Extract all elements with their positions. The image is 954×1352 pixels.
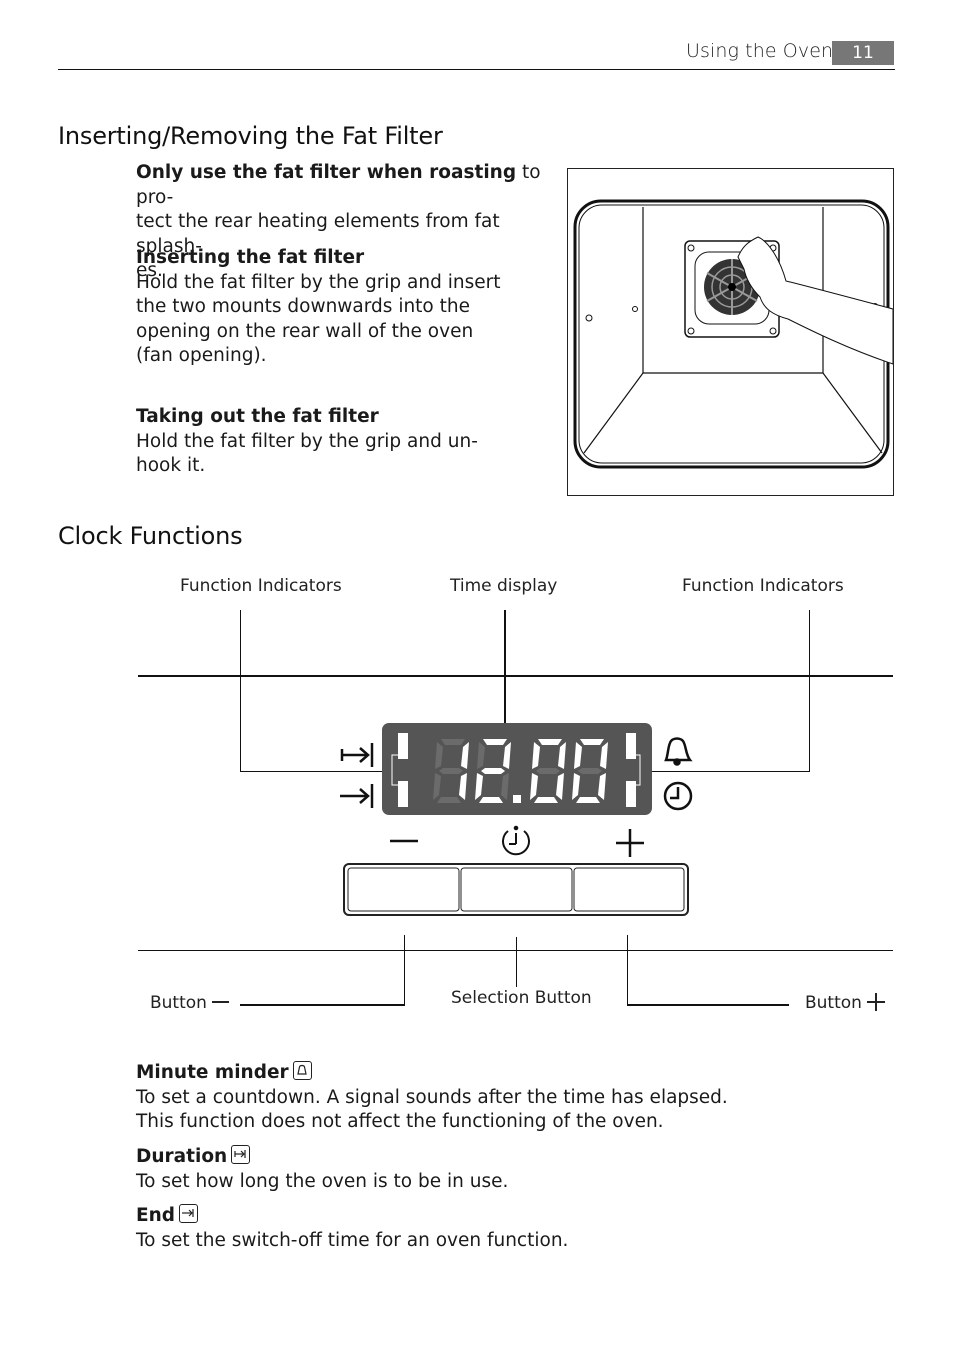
button-plus-text: Button [805, 993, 862, 1013]
clock-functions-heading: Clock Functions [58, 522, 243, 550]
label-button-plus: Button [805, 993, 886, 1013]
page-number: 11 [832, 41, 894, 65]
label-button-minus: Button [150, 993, 230, 1013]
segment-g-digit-2 [536, 768, 560, 774]
button-minus-text: Button [150, 993, 207, 1013]
leader-minus-horizontal [240, 1004, 405, 1006]
leader-left-vertical [240, 610, 241, 772]
segment-g-digit-3 [578, 768, 602, 774]
function-desc: To set how long the oven is to be in use… [136, 1170, 509, 1192]
taking-out-line: hook it. [136, 455, 206, 476]
leader-plus-horizontal [627, 1004, 789, 1006]
oven-illustration [567, 168, 894, 496]
fat-filter-heading: Inserting/Removing the Fat Filter [58, 122, 443, 150]
leader-time-display [504, 610, 506, 732]
taking-out-line: Hold the fat filter by the grip and un- [136, 430, 478, 452]
segment-d-digit-3 [576, 797, 600, 803]
leader-selection [516, 937, 517, 987]
inserting-heading: Inserting the fat filter [136, 247, 365, 268]
bell-icon [664, 737, 693, 766]
segment-d-digit-0 [437, 797, 461, 803]
function-desc: This function does not affect the functi… [136, 1111, 664, 1132]
function-name: End [136, 1205, 176, 1226]
panel-top-edge [138, 675, 893, 677]
control-panel [340, 723, 693, 916]
segment-a-digit-3 [580, 739, 604, 745]
function-minute-minder: Minute minder To set a countdown. A sign… [136, 1061, 728, 1135]
inserting-line: (fan opening). [136, 345, 267, 366]
selection-button [460, 867, 573, 912]
plus-button [573, 867, 685, 912]
taking-out-block: Taking out the fat filter Hold the fat f… [136, 405, 478, 479]
selection-icon [502, 825, 530, 856]
segment-d-digit-2 [534, 797, 558, 803]
function-desc: To set a countdown. A signal sounds afte… [136, 1086, 728, 1108]
plus-glyph-icon [867, 993, 886, 1011]
taking-out-heading: Taking out the fat filter [136, 406, 379, 427]
minus-button [347, 867, 460, 912]
leader-minus-vertical [404, 935, 405, 1006]
label-time-display: Time display [450, 576, 558, 596]
segment-g-digit-0 [439, 768, 463, 774]
leader-right-vertical [809, 610, 810, 772]
segment-d-digit-1 [479, 797, 503, 803]
function-end: End To set the switch-off time for an ov… [136, 1204, 568, 1253]
inserting-block: Inserting the fat filter Hold the fat fi… [136, 246, 501, 369]
duration-icon [231, 1145, 251, 1164]
inserting-line: opening on the rear wall of the oven [136, 320, 474, 342]
plus-icon [616, 829, 644, 857]
function-desc: To set the switch-off time for an oven f… [136, 1229, 569, 1251]
function-name: Duration [136, 1146, 228, 1167]
minus-glyph-icon [212, 1001, 230, 1003]
oven-interior-drawing [573, 199, 894, 469]
label-selection-button: Selection Button [451, 988, 592, 1008]
segment-a-digit-2 [538, 739, 562, 745]
segment-g-digit-1 [481, 768, 505, 774]
duration-icon [340, 743, 374, 767]
header-section-title: Using the Oven [686, 40, 834, 62]
function-name: Minute minder [136, 1062, 289, 1083]
inserting-line: Hold the fat filter by the grip and inse… [136, 271, 501, 293]
bell-icon [292, 1061, 312, 1080]
leader-plus-vertical [627, 935, 628, 1006]
header-rule [58, 69, 895, 70]
decimal-point [513, 795, 521, 803]
label-function-indicators-left: Function Indicators [180, 576, 342, 596]
end-icon [340, 784, 374, 808]
label-function-indicators-right: Function Indicators [682, 576, 844, 596]
segment-a-digit-1 [483, 739, 507, 745]
intro-bold: Only use the fat filter when roasting [136, 162, 517, 183]
clock-icon [663, 781, 693, 811]
function-duration: Duration To set how long the oven is to … [136, 1145, 508, 1194]
end-icon [179, 1204, 199, 1223]
segment-a-digit-0 [441, 739, 465, 745]
inserting-line: the two mounts downwards into the [136, 296, 470, 317]
